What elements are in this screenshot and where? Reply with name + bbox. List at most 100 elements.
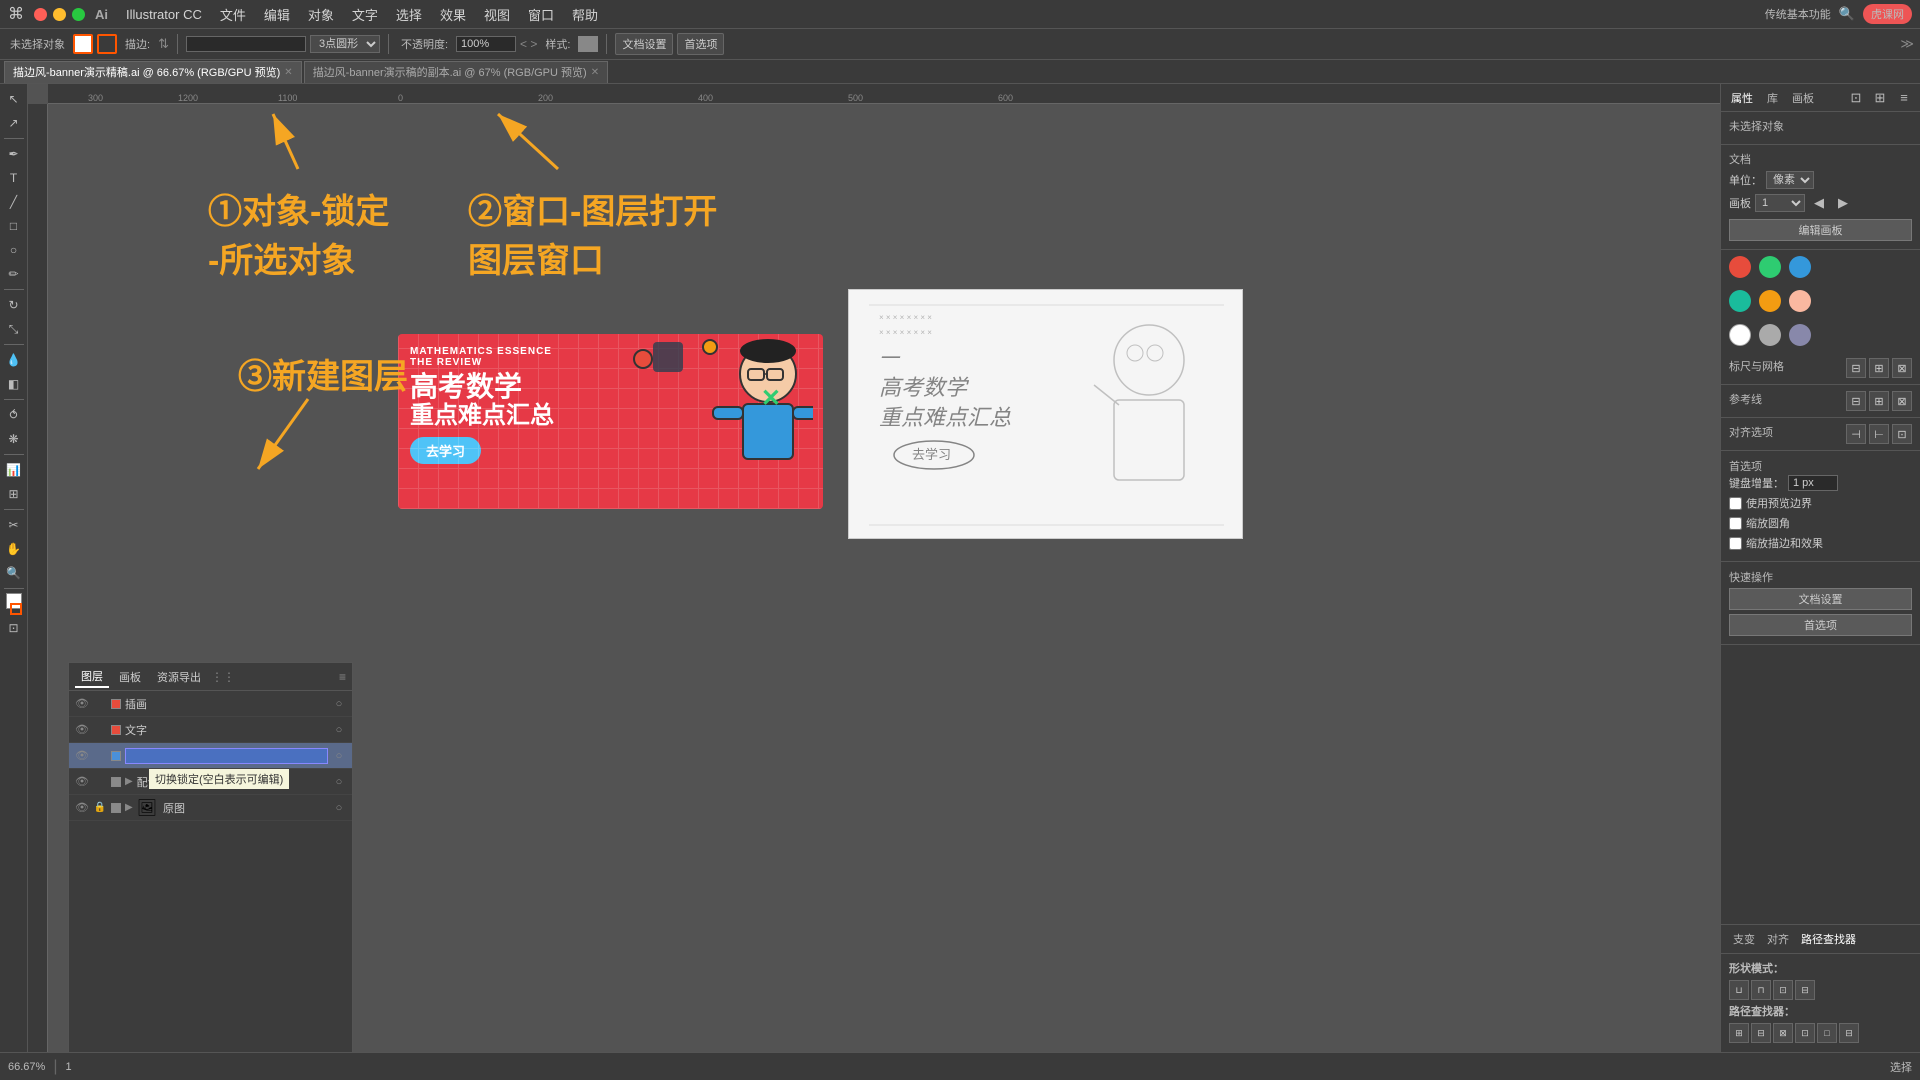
- layer-options-active[interactable]: ○: [332, 749, 346, 763]
- pf-outline-btn[interactable]: □: [1817, 1023, 1837, 1043]
- gradient-tool[interactable]: ◧: [3, 373, 25, 395]
- menu-effect[interactable]: 效果: [432, 3, 474, 26]
- menu-view[interactable]: 视图: [476, 3, 518, 26]
- type-tool[interactable]: T: [3, 167, 25, 189]
- layer-expand-colors[interactable]: ▶: [125, 776, 133, 787]
- doc-settings-btn[interactable]: 文档设置: [615, 33, 673, 55]
- grid-icon[interactable]: ⊞: [1870, 88, 1890, 108]
- hand-tool[interactable]: ✋: [3, 538, 25, 560]
- layer-options-colors[interactable]: ○: [332, 775, 346, 789]
- layer-vis-active[interactable]: 👁: [75, 749, 89, 763]
- shape-unite-btn[interactable]: ⊔: [1729, 980, 1749, 1000]
- rotate-tool[interactable]: ↻: [3, 294, 25, 316]
- symbol-tool[interactable]: ❋: [3, 428, 25, 450]
- ruler-icon3[interactable]: ⊠: [1892, 358, 1912, 378]
- preferences-btn[interactable]: 首选项: [677, 33, 724, 55]
- swatch-blue[interactable]: [1789, 256, 1811, 278]
- layer-item-text[interactable]: 👁 文字 ○: [69, 717, 352, 743]
- rp-transform-tab[interactable]: 支变: [1729, 929, 1759, 949]
- menu-select[interactable]: 选择: [388, 3, 430, 26]
- shape-exclude-btn[interactable]: ⊡: [1773, 980, 1793, 1000]
- brush-tool[interactable]: ✏: [3, 263, 25, 285]
- blend-tool[interactable]: ⥀: [3, 404, 25, 426]
- layer-vis-text[interactable]: 👁: [75, 723, 89, 737]
- layer-lock-active[interactable]: [93, 749, 107, 763]
- rect-tool[interactable]: □: [3, 215, 25, 237]
- graph-tool[interactable]: 📊: [3, 459, 25, 481]
- layer-options-text[interactable]: ○: [332, 723, 346, 737]
- scale-tool[interactable]: ⤡: [3, 318, 25, 340]
- toolbar-options-icon[interactable]: ≫: [1900, 36, 1914, 52]
- direct-select-tool[interactable]: ↗: [3, 112, 25, 134]
- swatch-lavender[interactable]: [1789, 324, 1811, 346]
- menu-illustrator[interactable]: Illustrator CC: [118, 5, 210, 24]
- minimize-button[interactable]: [53, 8, 66, 21]
- pf-trim-btn[interactable]: ⊟: [1751, 1023, 1771, 1043]
- guide-icon3[interactable]: ⊠: [1892, 391, 1912, 411]
- layer-item-active[interactable]: 👁 ○ 切换锁定(空白表示可编辑): [69, 743, 352, 769]
- snap-bounds-checkbox[interactable]: [1729, 497, 1742, 510]
- eyedropper-tool[interactable]: 💧: [3, 349, 25, 371]
- pf-minus-back-btn[interactable]: ⊟: [1839, 1023, 1859, 1043]
- layer-vis-original[interactable]: 👁: [75, 801, 89, 815]
- menu-text[interactable]: 文字: [344, 3, 386, 26]
- layer-name-input[interactable]: [125, 748, 328, 764]
- swatch-peach[interactable]: [1789, 290, 1811, 312]
- swatch-green[interactable]: [1759, 256, 1781, 278]
- align-center-icon[interactable]: ⊢: [1869, 424, 1889, 444]
- canvas-area[interactable]: 300 1200 1100 0 200 400 500 600 ①对象-锁定 -…: [28, 84, 1720, 1052]
- stroke-swatch[interactable]: [10, 603, 22, 615]
- swatch-red[interactable]: [1729, 256, 1751, 278]
- pf-crop-btn[interactable]: ⊡: [1795, 1023, 1815, 1043]
- edit-artboard-btn[interactable]: 编辑画板: [1729, 219, 1912, 241]
- search-icon[interactable]: 🔍: [1839, 6, 1855, 22]
- rp-pathfinder-tab[interactable]: 路径查找器: [1797, 929, 1860, 949]
- layer-vis-illustration[interactable]: 👁: [75, 697, 89, 711]
- rp-align-tab[interactable]: 对齐: [1763, 929, 1793, 949]
- artboard-tool[interactable]: ⊞: [3, 483, 25, 505]
- panel-close-btn[interactable]: ≡: [339, 670, 346, 684]
- stroke-width-input[interactable]: [186, 36, 306, 52]
- stroke-checkbox[interactable]: [1729, 537, 1742, 550]
- guide-icon1[interactable]: ⊟: [1846, 391, 1866, 411]
- stroke-color-btn[interactable]: [73, 34, 93, 54]
- maximize-button[interactable]: [72, 8, 85, 21]
- menu-object[interactable]: 对象: [300, 3, 342, 26]
- ruler-icon1[interactable]: ⊟: [1846, 358, 1866, 378]
- align-left-icon[interactable]: ⊣: [1846, 424, 1866, 444]
- pen-tool[interactable]: ✒: [3, 143, 25, 165]
- zoom-tool[interactable]: 🔍: [3, 562, 25, 584]
- layer-options-illustration[interactable]: ○: [332, 697, 346, 711]
- tab-copy[interactable]: 描边风-banner演示稿的副本.ai @ 67% (RGB/GPU 预览) ✕: [304, 61, 608, 83]
- qa-doc-settings-btn[interactable]: 文档设置: [1729, 588, 1912, 610]
- layer-lock-illustration[interactable]: [93, 697, 107, 711]
- panel-collapse-btn[interactable]: ⋮⋮: [211, 670, 235, 684]
- layer-options-original[interactable]: ○: [332, 801, 346, 815]
- panel-tab-assets[interactable]: 资源导出: [151, 667, 207, 687]
- rp-tab-artboard[interactable]: 画板: [1788, 88, 1818, 108]
- layer-expand-original[interactable]: ▶: [125, 802, 133, 813]
- swatch-white[interactable]: [1729, 324, 1751, 346]
- layer-item-illustration[interactable]: 👁 插画 ○: [69, 691, 352, 717]
- shape-minus-btn[interactable]: ⊟: [1795, 980, 1815, 1000]
- artboard-prev-icon[interactable]: ◀: [1809, 193, 1829, 213]
- align-right-icon[interactable]: ⊡: [1892, 424, 1912, 444]
- line-tool[interactable]: ╱: [3, 191, 25, 213]
- opacity-input[interactable]: [456, 36, 516, 52]
- layer-item-original[interactable]: 👁 🔒 ▶ 🖼 原图 ○: [69, 795, 352, 821]
- apple-menu[interactable]: ⌘: [8, 4, 24, 24]
- menu-window[interactable]: 窗口: [520, 3, 562, 26]
- rp-tab-properties[interactable]: 属性: [1727, 88, 1757, 108]
- rp-artboard-select[interactable]: 1: [1755, 194, 1805, 212]
- more-icon[interactable]: ≡: [1894, 88, 1914, 108]
- tab-main-close[interactable]: ✕: [284, 67, 292, 78]
- layer-lock-text[interactable]: [93, 723, 107, 737]
- rp-tab-library[interactable]: 库: [1763, 88, 1782, 108]
- rp-nudge-input[interactable]: [1788, 475, 1838, 491]
- transform-icon[interactable]: ⊡: [1846, 88, 1866, 108]
- pf-divide-btn[interactable]: ⊞: [1729, 1023, 1749, 1043]
- guide-icon2[interactable]: ⊞: [1869, 391, 1889, 411]
- close-button[interactable]: [34, 8, 47, 21]
- menu-edit[interactable]: 编辑: [256, 3, 298, 26]
- slice-tool[interactable]: ✂: [3, 514, 25, 536]
